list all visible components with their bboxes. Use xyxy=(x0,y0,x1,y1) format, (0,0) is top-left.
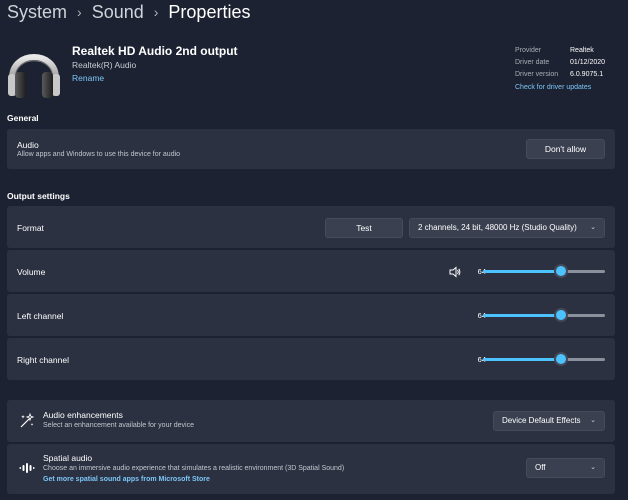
audio-description: Allow apps and Windows to use this devic… xyxy=(17,151,181,158)
left-channel-slider[interactable] xyxy=(483,308,605,322)
right-channel-card: Right channel 64 xyxy=(7,338,615,380)
general-section-title: General xyxy=(7,113,39,123)
left-channel-label: Left channel xyxy=(17,311,64,321)
volume-slider[interactable] xyxy=(483,264,605,278)
driver-version-value: 6.0.9075.1 xyxy=(570,71,604,78)
format-card: Format Test 2 channels, 24 bit, 48000 Hz… xyxy=(7,206,615,248)
slider-fill xyxy=(483,270,562,273)
slider-thumb[interactable] xyxy=(556,310,567,320)
breadcrumb-separator: › xyxy=(153,4,159,20)
breadcrumb: System › Sound › Properties xyxy=(7,0,250,24)
enhancements-icon xyxy=(19,412,35,429)
volume-label: Volume xyxy=(17,267,46,277)
spatial-audio-card: Spatial audio Choose an immersive audio … xyxy=(7,444,615,494)
driver-date-value: 01/12/2020 xyxy=(570,59,606,66)
provider-value: Realtek xyxy=(570,47,594,54)
driver-date-label: Driver date xyxy=(515,59,550,66)
rename-link[interactable]: Rename xyxy=(72,73,104,83)
format-label: Format xyxy=(17,223,44,233)
audio-enhancements-label: Audio enhancements xyxy=(43,410,123,420)
headphones-icon xyxy=(6,38,62,100)
chevron-down-icon: ⌄ xyxy=(590,224,596,231)
spatial-audio-value: Off xyxy=(535,463,546,472)
slider-fill xyxy=(483,358,562,361)
right-channel-label: Right channel xyxy=(17,355,69,365)
speaker-icon[interactable] xyxy=(449,265,461,278)
test-button[interactable]: Test xyxy=(325,218,403,238)
output-section-title: Output settings xyxy=(7,191,70,201)
spatial-audio-store-link[interactable]: Get more spatial sound apps from Microso… xyxy=(43,476,210,483)
format-dropdown[interactable]: 2 channels, 24 bit, 48000 Hz (Studio Qua… xyxy=(409,218,605,238)
dont-allow-button[interactable]: Don't allow xyxy=(526,139,605,159)
page-title: Properties xyxy=(168,1,251,22)
audio-enhancements-value: Device Default Effects xyxy=(502,416,581,425)
breadcrumb-system[interactable]: System xyxy=(7,2,67,23)
audio-label: Audio xyxy=(17,140,39,150)
check-driver-updates-link[interactable]: Check for driver updates xyxy=(515,82,605,94)
audio-enhancements-description: Select an enhancement available for your… xyxy=(43,422,194,429)
chevron-down-icon: ⌄ xyxy=(590,464,596,471)
spatial-audio-description: Choose an immersive audio experience tha… xyxy=(43,465,345,472)
device-manufacturer: Realtek(R) Audio xyxy=(72,60,137,70)
left-channel-card: Left channel 64 xyxy=(7,294,615,336)
audio-enhancements-dropdown[interactable]: Device Default Effects ⌄ xyxy=(493,411,605,431)
slider-fill xyxy=(483,314,562,317)
device-header: Realtek HD Audio 2nd output Realtek(R) A… xyxy=(0,32,628,102)
chevron-down-icon: ⌄ xyxy=(590,417,596,424)
format-value: 2 channels, 24 bit, 48000 Hz (Studio Qua… xyxy=(418,223,577,232)
spatial-audio-dropdown[interactable]: Off ⌄ xyxy=(526,458,605,478)
device-name: Realtek HD Audio 2nd output xyxy=(72,44,238,58)
slider-thumb[interactable] xyxy=(556,266,567,276)
slider-thumb[interactable] xyxy=(556,354,567,364)
spatial-audio-label: Spatial audio xyxy=(43,453,93,463)
spatial-audio-icon xyxy=(19,460,35,476)
audio-enhancements-card: Audio enhancements Select an enhancement… xyxy=(7,400,615,442)
provider-label: Provider xyxy=(515,47,542,54)
breadcrumb-sound[interactable]: Sound xyxy=(92,2,144,23)
volume-card: Volume 64 xyxy=(7,250,615,292)
driver-info: Provider Realtek Driver date 01/12/2020 … xyxy=(515,45,605,94)
audio-card: Audio Allow apps and Windows to use this… xyxy=(7,129,615,169)
right-channel-slider[interactable] xyxy=(483,352,605,366)
driver-version-label: Driver version xyxy=(515,71,559,78)
breadcrumb-separator: › xyxy=(77,4,82,20)
